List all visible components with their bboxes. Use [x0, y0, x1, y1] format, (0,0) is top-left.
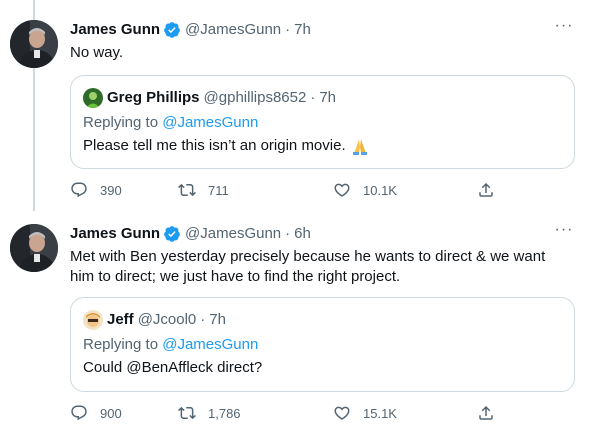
quoted-tweet-header: Jeff @Jcool0 · 7h: [83, 310, 226, 330]
replying-to-line: Replying to @JamesGunn: [83, 113, 258, 133]
avatar[interactable]: [10, 20, 58, 68]
quoted-tweet-text: Could @BenAffleck direct?: [83, 358, 262, 378]
replying-to-label: Replying to: [83, 114, 163, 131]
reply-button[interactable]: 390: [70, 181, 122, 199]
quoted-tweet-header: Greg Phillips @gphillips8652 · 7h: [83, 88, 336, 108]
quoted-author-handle[interactable]: @gphillips8652: [204, 88, 307, 108]
author-handle[interactable]: @JamesGunn: [185, 20, 281, 40]
retweet-button[interactable]: 1,786: [178, 404, 241, 422]
quoted-timestamp[interactable]: 7h: [209, 310, 226, 330]
separator-dot: ·: [285, 225, 291, 242]
tweet-header: James Gunn @JamesGunn · 7h: [70, 20, 311, 40]
retweet-count: 1,786: [208, 405, 241, 421]
tweet[interactable]: James Gunn @JamesGunn · 6h ··· Met with …: [0, 211, 589, 435]
reply-count: 900: [100, 405, 122, 421]
tweet-actions: 900 1,786 15.1K: [70, 401, 500, 425]
author-name[interactable]: James Gunn: [70, 20, 160, 40]
folded-hands-emoji: [352, 139, 367, 155]
replying-to-label: Replying to: [83, 336, 163, 353]
quoted-timestamp[interactable]: 7h: [319, 88, 336, 108]
reply-icon: [71, 405, 87, 421]
separator-dot: ·: [310, 89, 316, 106]
like-count: 10.1K: [363, 182, 397, 198]
quoted-tweet[interactable]: Greg Phillips @gphillips8652 · 7h Replyi…: [70, 75, 575, 169]
tweet-timestamp[interactable]: 7h: [294, 20, 311, 40]
tweet-timestamp[interactable]: 6h: [294, 224, 311, 244]
retweet-count: 711: [208, 182, 229, 198]
quoted-author-handle[interactable]: @Jcool0: [138, 310, 197, 330]
reply-button[interactable]: 900: [70, 404, 122, 422]
replying-to-handle[interactable]: @JamesGunn: [162, 336, 258, 353]
quoted-text-content: Please tell me this isn’t an origin movi…: [83, 137, 346, 154]
share-icon: [479, 405, 493, 420]
quoted-tweet-text: Please tell me this isn’t an origin movi…: [83, 136, 370, 156]
tweet-actions: 390 711 10.1K: [70, 178, 500, 202]
share-icon: [479, 182, 493, 197]
verified-badge-icon: [164, 22, 180, 38]
retweet-icon: [178, 406, 196, 420]
more-options-icon[interactable]: ···: [554, 222, 574, 244]
replying-to-handle[interactable]: @JamesGunn: [162, 114, 258, 131]
like-button[interactable]: 10.1K: [333, 181, 397, 199]
quoted-author-name[interactable]: Greg Phillips: [107, 88, 200, 108]
heart-icon: [334, 406, 350, 420]
author-handle[interactable]: @JamesGunn: [185, 224, 281, 244]
separator-dot: ·: [285, 21, 291, 38]
avatar-image: [10, 224, 58, 272]
share-button[interactable]: [477, 181, 495, 199]
heart-icon: [334, 183, 350, 197]
author-name[interactable]: James Gunn: [70, 224, 160, 244]
like-count: 15.1K: [363, 405, 397, 421]
retweet-button[interactable]: 711: [178, 181, 229, 199]
tweet-text: No way.: [70, 44, 124, 61]
quoted-tweet[interactable]: Jeff @Jcool0 · 7h Replying to @JamesGunn…: [70, 297, 575, 392]
quoted-avatar[interactable]: [83, 88, 103, 108]
replying-to-line: Replying to @JamesGunn: [83, 335, 258, 355]
reply-icon: [71, 182, 87, 198]
quoted-text-content: Could @BenAffleck direct?: [83, 359, 263, 376]
verified-badge-icon: [164, 226, 180, 242]
avatar-image: [10, 20, 58, 68]
avatar[interactable]: [10, 224, 58, 272]
like-button[interactable]: 15.1K: [333, 404, 397, 422]
reply-count: 390: [100, 182, 122, 198]
more-options-icon[interactable]: ···: [554, 18, 574, 40]
separator-dot: ·: [200, 311, 206, 328]
tweet-header: James Gunn @JamesGunn · 6h: [70, 224, 311, 244]
quoted-author-name[interactable]: Jeff: [107, 310, 134, 330]
quoted-avatar[interactable]: [83, 310, 103, 330]
tweet[interactable]: James Gunn @JamesGunn · 7h ··· No way. G…: [0, 0, 589, 211]
share-button[interactable]: [477, 404, 495, 422]
retweet-icon: [178, 183, 196, 197]
tweet-text: Met with Ben yesterday precisely because…: [70, 248, 546, 285]
